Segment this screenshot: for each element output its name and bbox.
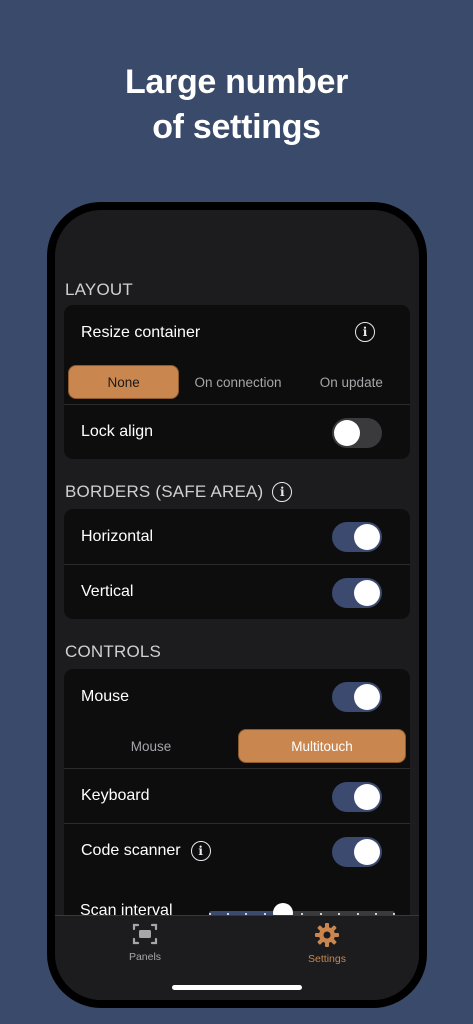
- segment-on-connection[interactable]: On connection: [183, 365, 292, 399]
- info-icon[interactable]: i: [190, 841, 211, 861]
- resize-container-label: Resize container: [81, 323, 201, 341]
- segment-mouse[interactable]: Mouse: [68, 729, 234, 763]
- phone-screen: LAYOUT Resize container i None On connec…: [55, 210, 419, 1000]
- segment-none[interactable]: None: [68, 365, 180, 399]
- vertical-toggle[interactable]: [332, 578, 382, 608]
- info-icon[interactable]: i: [355, 322, 375, 342]
- vertical-label: Vertical: [81, 583, 134, 600]
- toggle-knob: [334, 420, 360, 446]
- code-scanner-toggle[interactable]: [332, 837, 382, 867]
- borders-card: Horizontal Vertical: [64, 509, 410, 619]
- code-scanner-row: Code scanner i: [64, 823, 410, 878]
- tab-settings-label: Settings: [308, 953, 346, 965]
- segment-multitouch[interactable]: Multitouch: [238, 729, 406, 763]
- keyboard-toggle[interactable]: [332, 782, 382, 812]
- vertical-row: Vertical: [64, 564, 410, 619]
- layout-card: Resize container i None On connection On…: [64, 305, 410, 459]
- mouse-mode-segmented-control: Mouse Multitouch: [64, 724, 410, 768]
- horizontal-toggle[interactable]: [332, 522, 382, 552]
- tab-settings[interactable]: Settings: [267, 916, 387, 976]
- section-title-controls: CONTROLS: [65, 642, 162, 661]
- headline: Large number of settings: [0, 60, 473, 150]
- headline-line-2: of settings: [152, 108, 321, 146]
- horizontal-label: Horizontal: [81, 527, 154, 545]
- scan-frame-icon: [132, 923, 158, 945]
- home-indicator: [172, 985, 302, 990]
- toggle-knob: [354, 839, 380, 865]
- section-title-layout: LAYOUT: [65, 280, 133, 299]
- mouse-row: Mouse: [64, 669, 410, 724]
- lock-align-toggle[interactable]: [332, 418, 382, 448]
- phone-frame: LAYOUT Resize container i None On connec…: [47, 202, 427, 1008]
- toggle-knob: [354, 784, 380, 810]
- resize-container-row: Resize container i: [64, 305, 410, 360]
- keyboard-label: Keyboard: [81, 787, 150, 804]
- headline-line-1: Large number: [124, 63, 349, 101]
- tab-bar: Panels Settings: [55, 915, 419, 1000]
- section-title-borders: BORDERS (SAFE AREA) i: [65, 482, 293, 502]
- toggle-knob: [354, 684, 380, 710]
- segment-on-update[interactable]: On update: [297, 365, 406, 399]
- code-scanner-label: Code scanner i: [81, 841, 211, 861]
- toggle-knob: [354, 524, 380, 550]
- tab-panels[interactable]: Panels: [85, 916, 205, 976]
- resize-mode-segmented-control: None On connection On update: [64, 360, 410, 404]
- lock-align-row: Lock align: [64, 404, 410, 459]
- keyboard-row: Keyboard: [64, 768, 410, 823]
- tab-panels-label: Panels: [128, 951, 162, 963]
- gear-icon: [315, 923, 339, 947]
- mouse-label: Mouse: [81, 687, 130, 705]
- lock-align-label: Lock align: [81, 423, 154, 440]
- mouse-toggle[interactable]: [332, 682, 382, 712]
- info-icon[interactable]: i: [272, 482, 293, 502]
- horizontal-row: Horizontal: [64, 509, 410, 564]
- toggle-knob: [354, 580, 380, 606]
